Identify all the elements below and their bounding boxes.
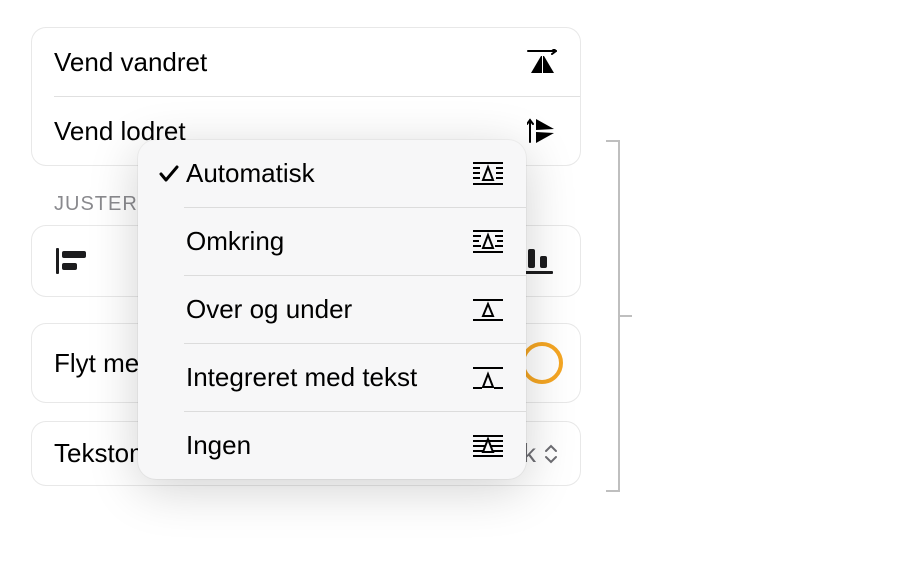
popup-item-label: Ingen — [184, 430, 470, 461]
popup-item-label: Omkring — [184, 226, 470, 257]
popup-item-ingen[interactable]: Ingen — [138, 412, 526, 479]
popup-item-label: Over og under — [184, 294, 470, 325]
flip-vertical-icon — [526, 115, 558, 147]
align-bottom-icon[interactable] — [522, 246, 558, 276]
align-left-icon[interactable] — [54, 246, 90, 276]
chevrons-up-down-icon — [544, 443, 558, 465]
popup-item-integreret[interactable]: Integreret med tekst — [138, 344, 526, 411]
wrap-inline-icon — [470, 365, 506, 391]
wrap-around-icon — [470, 229, 506, 255]
flip-horizontal-label: Vend vandret — [54, 47, 207, 78]
wrap-above-below-icon — [470, 297, 506, 323]
wrap-auto-icon — [470, 161, 506, 187]
popup-item-label: Automatisk — [184, 158, 470, 189]
popup-item-over-og-under[interactable]: Over og under — [138, 276, 526, 343]
flip-horizontal-icon — [526, 46, 558, 78]
popup-item-label: Integreret med tekst — [184, 362, 470, 393]
checkmark-icon — [154, 165, 184, 183]
toggle-indicator[interactable] — [521, 342, 563, 384]
popup-item-omkring[interactable]: Omkring — [138, 208, 526, 275]
popup-item-automatisk[interactable]: Automatisk — [138, 140, 526, 207]
text-wrap-popup: Automatisk Omkring — [138, 140, 526, 479]
flip-horizontal-row[interactable]: Vend vandret — [32, 28, 580, 96]
wrap-none-icon — [470, 433, 506, 459]
callout-bracket — [618, 140, 636, 492]
